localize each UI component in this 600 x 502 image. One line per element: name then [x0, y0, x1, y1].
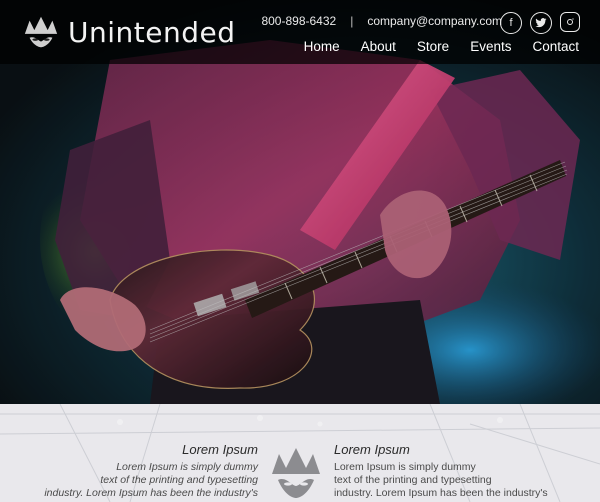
features-band: Lorem Ipsum Lorem Ipsum is simply dummy … — [0, 404, 600, 502]
instagram-icon[interactable] — [560, 12, 580, 32]
instagram-camera-glyph — [567, 18, 574, 25]
center-crown-eyes-icon — [272, 448, 320, 498]
feature-left-line-3: industry. Lorem Ipsum has been the indus… — [44, 487, 258, 499]
feature-right: Lorem Ipsum Lorem Ipsum is simply dummy … — [334, 442, 594, 500]
nav-contact[interactable]: Contact — [532, 39, 579, 54]
feature-left-text: Lorem Ipsum is simply dummy text of the … — [0, 461, 258, 500]
feature-right-line-1: Lorem Ipsum is simply dummy — [334, 461, 476, 473]
feature-right-line-3: industry. Lorem Ipsum has been the indus… — [334, 487, 548, 499]
nav-store[interactable]: Store — [417, 39, 449, 54]
nav-home[interactable]: Home — [304, 39, 340, 54]
site-header: Unintended 800-898-6432 | company@compan… — [0, 0, 600, 64]
feature-left: Lorem Ipsum Lorem Ipsum is simply dummy … — [0, 442, 258, 500]
feature-right-title: Lorem Ipsum — [334, 442, 410, 457]
twitter-icon[interactable] — [530, 12, 552, 34]
crown-eyes-icon — [24, 16, 58, 48]
email-address[interactable]: company@company.com — [367, 14, 502, 28]
feature-right-line-2: text of the printing and typesetting — [334, 474, 492, 486]
contact-line: 800-898-6432 | company@company.com — [261, 14, 502, 28]
twitter-bird-glyph — [535, 18, 547, 28]
social-links: f — [500, 12, 580, 34]
nav-about[interactable]: About — [361, 39, 396, 54]
feature-left-title: Lorem Ipsum — [182, 442, 258, 457]
nav-events[interactable]: Events — [470, 39, 511, 54]
feature-left-line-2: text of the printing and typesetting — [100, 474, 258, 486]
brand[interactable]: Unintended — [22, 8, 236, 56]
facebook-icon[interactable]: f — [500, 12, 522, 34]
phone-number[interactable]: 800-898-6432 — [261, 14, 336, 28]
main-nav: Home About Store Events Contact — [304, 39, 579, 54]
separator: | — [350, 14, 354, 28]
feature-right-text: Lorem Ipsum is simply dummy text of the … — [334, 461, 594, 500]
feature-left-line-1: Lorem Ipsum is simply dummy — [116, 461, 258, 473]
brand-name: Unintended — [68, 15, 236, 49]
